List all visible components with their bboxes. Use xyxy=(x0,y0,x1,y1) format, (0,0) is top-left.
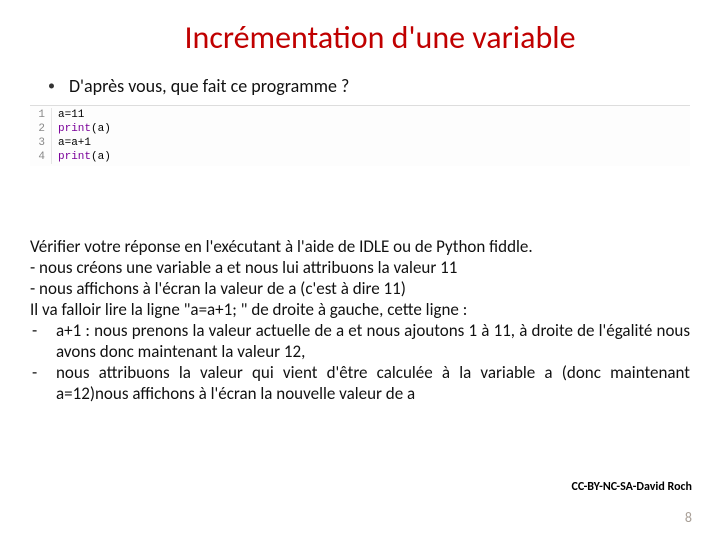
code-line: 3 a=a+1 xyxy=(30,136,690,150)
line-number: 3 xyxy=(30,136,52,150)
code-line: 4 print(a) xyxy=(30,150,690,164)
code-snippet: 1 a=11 2 print(a) 3 a=a+1 4 print(a) xyxy=(30,105,690,166)
body-indent-text: nous attribuons la valeur qui vient d'êt… xyxy=(56,362,690,404)
line-number: 4 xyxy=(30,150,52,164)
body-indent-line: - nous attribuons la valeur qui vient d'… xyxy=(30,362,690,404)
body-line: - nous créons une variable a et nous lui… xyxy=(30,257,690,278)
body-indent-text: a+1 : nous prenons la valeur actuelle de… xyxy=(56,320,690,362)
code-line: 1 a=11 xyxy=(30,108,690,122)
slide: Incrémentation d'une variable • D'après … xyxy=(0,0,720,540)
line-number: 1 xyxy=(30,108,52,122)
slide-title: Incrémentation d'une variable xyxy=(70,18,690,57)
credit-text: CC-BY-NC-SA-David Roch xyxy=(572,480,692,494)
code-content: a=a+1 xyxy=(52,136,91,150)
code-content: print(a) xyxy=(52,150,111,164)
body-line: Il va falloir lire la ligne "a=a+1; " de… xyxy=(30,299,690,320)
dash-icon: - xyxy=(30,320,56,362)
body-line: - nous affichons à l'écran la valeur de … xyxy=(30,278,690,299)
code-line: 2 print(a) xyxy=(30,122,690,136)
bullet-dot-icon: • xyxy=(48,75,55,97)
explanation-body: Vérifier votre réponse en l'exécutant à … xyxy=(30,236,690,404)
question-bullet: • D'après vous, que fait ce programme ? xyxy=(48,75,690,97)
line-number: 2 xyxy=(30,122,52,136)
question-text: D'après vous, que fait ce programme ? xyxy=(69,75,349,97)
code-content: a=11 xyxy=(52,108,84,122)
page-number: 8 xyxy=(685,509,692,526)
body-line: Vérifier votre réponse en l'exécutant à … xyxy=(30,236,690,257)
code-content: print(a) xyxy=(52,122,111,136)
body-indent-line: - a+1 : nous prenons la valeur actuelle … xyxy=(30,320,690,362)
dash-icon: - xyxy=(30,362,56,404)
